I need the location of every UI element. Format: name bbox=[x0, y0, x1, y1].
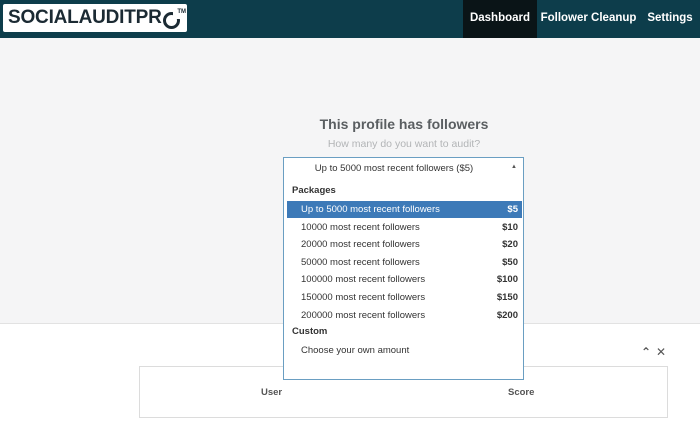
group-label-packages: Packages bbox=[292, 185, 336, 196]
option-10000[interactable]: 10000 most recent followers $10 bbox=[287, 219, 522, 236]
logo[interactable]: SOCIALAUDITPR TM bbox=[3, 4, 187, 32]
option-150000[interactable]: 150000 most recent followers $150 bbox=[287, 289, 522, 306]
nav-settings[interactable]: Settings bbox=[640, 0, 700, 38]
option-5000[interactable]: Up to 5000 most recent followers $5 bbox=[287, 201, 522, 218]
column-header-user[interactable]: User bbox=[261, 387, 282, 398]
option-100000[interactable]: 100000 most recent followers $100 bbox=[287, 271, 522, 288]
package-dropdown: Packages Up to 5000 most recent follower… bbox=[283, 179, 524, 380]
option-200000[interactable]: 200000 most recent followers $200 bbox=[287, 307, 522, 324]
top-navbar: SOCIALAUDITPR TM Dashboard Follower Clea… bbox=[0, 0, 700, 38]
package-select[interactable]: Up to 5000 most recent followers ($5) ▲ bbox=[283, 157, 524, 180]
group-label-custom: Custom bbox=[292, 326, 328, 337]
select-value: Up to 5000 most recent followers ($5) bbox=[314, 163, 474, 174]
option-50000[interactable]: 50000 most recent followers $50 bbox=[287, 254, 522, 271]
page-subtitle: How many do you want to audit? bbox=[327, 138, 481, 150]
option-custom-amount[interactable]: Choose your own amount bbox=[287, 342, 522, 359]
logo-trademark: TM bbox=[177, 9, 186, 15]
page-title: This profile has followers bbox=[319, 116, 489, 132]
chevron-up-icon[interactable]: ⌃ bbox=[641, 345, 651, 359]
nav-follower-cleanup[interactable]: Follower Cleanup bbox=[537, 0, 640, 38]
nav-dashboard[interactable]: Dashboard bbox=[463, 0, 537, 38]
option-20000[interactable]: 20000 most recent followers $20 bbox=[287, 236, 522, 253]
caret-up-icon: ▲ bbox=[511, 164, 517, 170]
column-header-score[interactable]: Score bbox=[508, 387, 534, 398]
logo-text: SOCIALAUDITPR bbox=[8, 7, 162, 28]
close-icon[interactable]: ✕ bbox=[656, 345, 666, 359]
